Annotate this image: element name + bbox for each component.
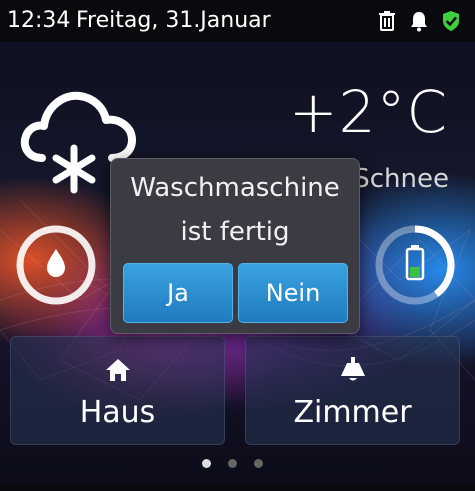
no-button[interactable]: Nein [238, 263, 348, 323]
tile-zimmer[interactable]: Zimmer [245, 336, 460, 445]
page-dot[interactable] [202, 459, 211, 468]
battery-icon [405, 245, 425, 281]
page-indicator [202, 459, 263, 468]
page-dot[interactable] [254, 459, 263, 468]
clock-date: Freitag, 31.Januar [76, 8, 271, 33]
humidity-gauge[interactable] [15, 224, 97, 306]
status-bar: 12:34 Freitag, 31.Januar [0, 0, 475, 42]
battery-gauge[interactable] [374, 224, 456, 306]
clock-time: 12:34 [7, 8, 71, 33]
yes-button[interactable]: Ja [123, 263, 233, 323]
dialog-message-line1: Waschmaschine [130, 173, 340, 203]
water-drop-icon [47, 249, 65, 277]
home-icon [103, 355, 133, 385]
notification-dialog: Waschmaschine ist fertig Ja Nein [110, 158, 360, 334]
shield-check-icon[interactable] [441, 10, 461, 32]
home-screen: 12:34 Freitag, 31.Januar +2°C Schnee Hau… [0, 0, 475, 491]
dialog-message-line2: ist fertig [180, 217, 290, 247]
page-dot[interactable] [228, 459, 237, 468]
tile-haus-label: Haus [79, 395, 156, 430]
bell-icon[interactable] [409, 10, 429, 32]
weather-condition: Schnee [353, 164, 449, 194]
status-icons [377, 10, 461, 32]
tile-zimmer-label: Zimmer [293, 395, 412, 430]
lamp-icon [338, 355, 368, 385]
trash-icon[interactable] [377, 10, 397, 32]
tile-haus[interactable]: Haus [10, 336, 225, 445]
bottom-bar [0, 484, 475, 491]
temperature: +2°C [289, 78, 448, 146]
